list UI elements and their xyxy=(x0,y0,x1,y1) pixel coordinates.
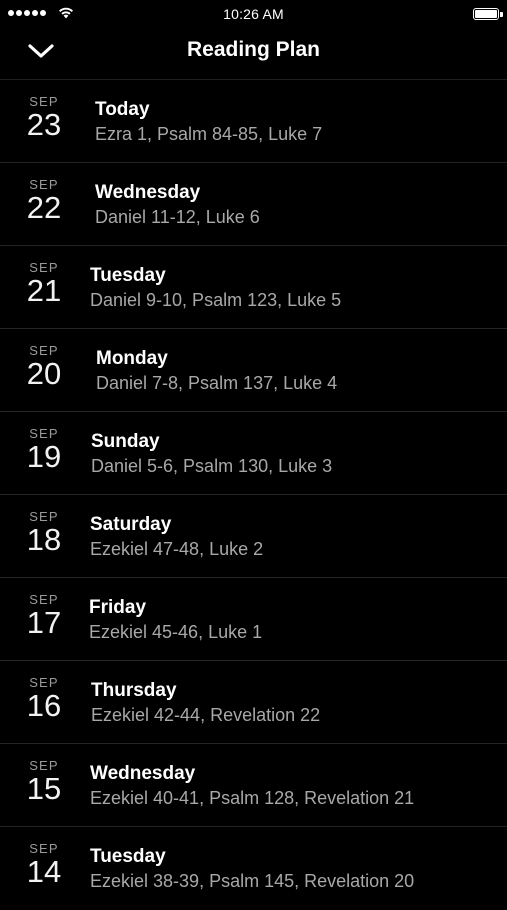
weekday-label: Wednesday xyxy=(95,182,201,203)
date-badge: SEP 21 xyxy=(18,261,70,307)
list-item[interactable]: SEP 20 Monday Daniel 7-8, Psalm 137, Luk… xyxy=(0,329,507,412)
weekday-label: Wednesday xyxy=(90,763,196,784)
weekday-label: Today xyxy=(95,99,150,120)
weekday-label: Tuesday xyxy=(90,265,166,286)
day-number: 16 xyxy=(26,688,62,723)
date-badge: SEP 16 xyxy=(18,676,70,722)
readings-label: Daniel 7-8, Psalm 137, Luke 4 xyxy=(96,373,338,393)
day-number: 18 xyxy=(26,522,62,557)
list-item[interactable]: SEP 14 Tuesday Ezekiel 38-39, Psalm 145,… xyxy=(0,827,507,910)
battery-icon xyxy=(473,8,499,20)
readings-label: Ezekiel 38-39, Psalm 145, Revelation 20 xyxy=(90,871,415,891)
weekday-label: Sunday xyxy=(91,431,160,452)
readings-label: Ezekiel 47-48, Luke 2 xyxy=(90,539,264,559)
status-time: 10:26 AM xyxy=(223,6,284,22)
list-item[interactable]: SEP 17 Friday Ezekiel 45-46, Luke 1 xyxy=(0,578,507,661)
day-number: 22 xyxy=(26,190,62,225)
day-number: 15 xyxy=(26,771,62,806)
day-number: 20 xyxy=(26,356,62,391)
entry-text: Friday Ezekiel 45-46, Luke 1 xyxy=(89,596,262,644)
entry-text: Wednesday Ezekiel 40-41, Psalm 128, Reve… xyxy=(90,762,414,810)
date-badge: SEP 20 xyxy=(18,344,70,390)
weekday-label: Monday xyxy=(96,348,168,369)
weekday-label: Thursday xyxy=(91,680,177,701)
readings-label: Daniel 5-6, Psalm 130, Luke 3 xyxy=(91,456,333,476)
day-number: 19 xyxy=(26,439,62,474)
entry-text: Monday Daniel 7-8, Psalm 137, Luke 4 xyxy=(96,347,337,395)
date-badge: SEP 22 xyxy=(18,178,70,224)
list-item[interactable]: SEP 16 Thursday Ezekiel 42-44, Revelatio… xyxy=(0,661,507,744)
weekday-label: Tuesday xyxy=(90,846,166,867)
entry-text: Tuesday Daniel 9-10, Psalm 123, Luke 5 xyxy=(90,264,341,312)
weekday-label: Friday xyxy=(89,597,147,618)
readings-label: Ezekiel 45-46, Luke 1 xyxy=(89,622,263,642)
reading-list: SEP 23 Today Ezra 1, Psalm 84-85, Luke 7… xyxy=(0,80,507,910)
date-badge: SEP 18 xyxy=(18,510,70,556)
date-badge: SEP 15 xyxy=(18,759,70,805)
readings-label: Ezra 1, Psalm 84-85, Luke 7 xyxy=(95,124,323,144)
list-item[interactable]: SEP 19 Sunday Daniel 5-6, Psalm 130, Luk… xyxy=(0,412,507,495)
list-item[interactable]: SEP 22 Wednesday Daniel 11-12, Luke 6 xyxy=(0,163,507,246)
day-number: 14 xyxy=(26,854,62,889)
readings-label: Daniel 11-12, Luke 6 xyxy=(95,207,260,227)
day-number: 21 xyxy=(26,273,62,308)
list-item[interactable]: SEP 23 Today Ezra 1, Psalm 84-85, Luke 7 xyxy=(0,80,507,163)
date-badge: SEP 14 xyxy=(18,842,70,888)
entry-text: Thursday Ezekiel 42-44, Revelation 22 xyxy=(91,679,320,727)
nav-bar: Reading Plan xyxy=(0,28,507,80)
date-badge: SEP 17 xyxy=(18,593,70,639)
entry-text: Wednesday Daniel 11-12, Luke 6 xyxy=(95,181,260,229)
battery-fill xyxy=(475,10,497,18)
weekday-label: Saturday xyxy=(90,514,172,535)
entry-text: Tuesday Ezekiel 38-39, Psalm 145, Revela… xyxy=(90,845,414,893)
page-title: Reading Plan xyxy=(186,38,321,61)
entry-text: Today Ezra 1, Psalm 84-85, Luke 7 xyxy=(95,98,322,146)
day-number: 23 xyxy=(26,107,62,142)
date-badge: SEP 23 xyxy=(18,95,70,141)
list-item[interactable]: SEP 21 Tuesday Daniel 9-10, Psalm 123, L… xyxy=(0,246,507,329)
entry-text: Sunday Daniel 5-6, Psalm 130, Luke 3 xyxy=(91,430,332,478)
readings-label: Ezekiel 42-44, Revelation 22 xyxy=(91,705,321,725)
entry-text: Saturday Ezekiel 47-48, Luke 2 xyxy=(90,513,263,561)
date-badge: SEP 19 xyxy=(18,427,70,473)
day-number: 17 xyxy=(26,605,62,640)
readings-label: Daniel 9-10, Psalm 123, Luke 5 xyxy=(90,290,342,310)
readings-label: Ezekiel 40-41, Psalm 128, Revelation 21 xyxy=(90,788,415,808)
status-bar: 10:26 AM xyxy=(0,0,507,28)
battery-tip xyxy=(500,12,503,17)
list-item[interactable]: SEP 18 Saturday Ezekiel 47-48, Luke 2 xyxy=(0,495,507,578)
list-item[interactable]: SEP 15 Wednesday Ezekiel 40-41, Psalm 12… xyxy=(0,744,507,827)
